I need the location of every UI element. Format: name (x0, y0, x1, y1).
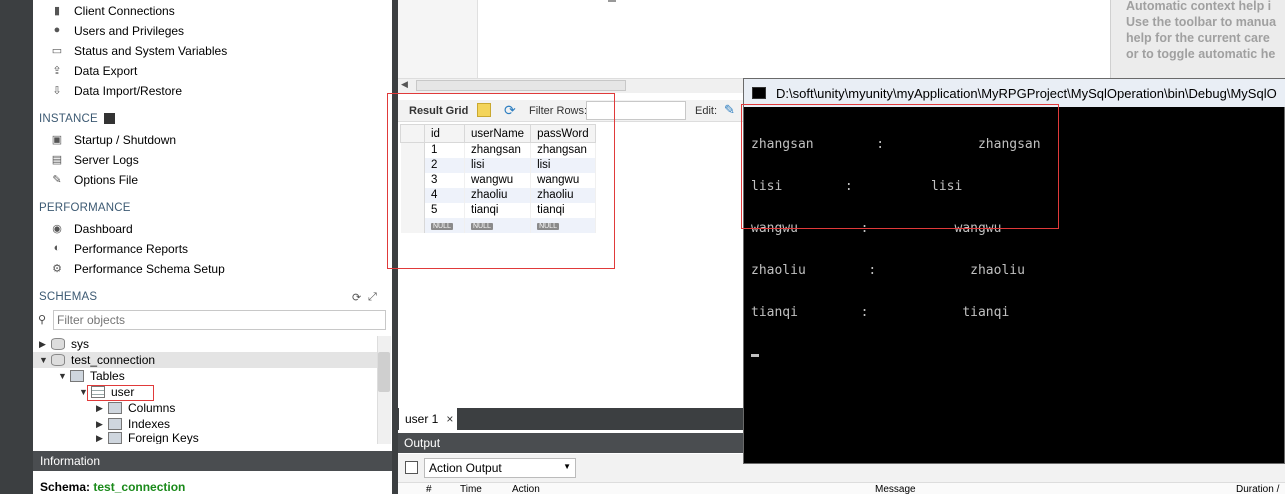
sql-editor[interactable] (398, 0, 1110, 78)
copy-icon[interactable] (405, 461, 418, 474)
server-logs-icon: ▤ (51, 154, 63, 166)
filter-objects-input[interactable] (53, 310, 386, 330)
col-message[interactable]: Message (875, 484, 916, 495)
tab-user-1[interactable]: user 1 × (399, 408, 457, 430)
col-number[interactable]: # (426, 484, 432, 495)
section-schemas: SCHEMAS (39, 291, 98, 303)
highlight-result-grid (387, 93, 615, 269)
console-line: zhaoliu : zhaoliu (751, 263, 1025, 278)
users-icon: ● (53, 24, 61, 36)
nav-server-logs[interactable]: ▤ Server Logs (48, 151, 139, 169)
section-instance: INSTANCE (39, 113, 116, 125)
schema-info: Schema: test_connection (40, 480, 186, 494)
left-strip (0, 0, 33, 494)
chevron-right-icon[interactable]: ▶ (96, 433, 108, 444)
client-connections-icon: ▮ (53, 5, 61, 17)
console-app-icon (752, 87, 766, 99)
tree-test-connection[interactable]: ▼ test_connection (33, 352, 377, 368)
editor-gutter (398, 0, 478, 78)
expand-icon[interactable]: ⤢ (368, 291, 377, 304)
reports-icon: ◐ (53, 242, 61, 254)
nav-status-variables[interactable]: ▭ Status and System Variables (48, 42, 227, 60)
indexes-icon (108, 418, 122, 430)
highlight-user-table (87, 385, 154, 401)
console-line: tianqi : tianqi (751, 305, 1010, 320)
help-line: or to toggle automatic he (1126, 47, 1276, 61)
editor-cursor (608, 0, 616, 2)
wrench-icon: ✎ (52, 174, 62, 186)
edit-pencil-icon[interactable]: ✎ (724, 102, 735, 118)
nav-users-privileges[interactable]: ● Users and Privileges (48, 22, 184, 40)
chevron-right-icon[interactable]: ▶ (96, 403, 108, 414)
export-icon: ⇪ (52, 65, 62, 77)
output-columns: # Time Action Message Duration / (398, 482, 1285, 495)
help-line: Use the toolbar to manua (1126, 15, 1277, 29)
nav-dashboard[interactable]: ◉ Dashboard (48, 220, 133, 238)
tree-indexes[interactable]: ▶ Indexes (96, 416, 170, 432)
console-title-bar[interactable]: D:\soft\unity\myunity\myApplication\MyRP… (744, 79, 1285, 107)
startup-icon: ▣ (51, 134, 63, 146)
col-action[interactable]: Action (512, 484, 540, 495)
refresh-schemas-icon[interactable]: ⟳ (352, 291, 361, 304)
tree-sys[interactable]: ▶ sys (39, 336, 89, 352)
help-line: help for the current care (1126, 31, 1270, 45)
tree-columns[interactable]: ▶ Columns (96, 400, 175, 416)
database-icon (51, 338, 65, 350)
information-header: Information (33, 451, 392, 471)
col-time[interactable]: Time (460, 484, 482, 495)
database-icon (51, 354, 65, 366)
editor-scroll-thumb[interactable] (416, 80, 626, 91)
console-cursor (751, 354, 759, 357)
instance-icon (104, 113, 116, 125)
search-icon: ⚲ (38, 314, 47, 326)
nav-data-import[interactable]: ⇩ Data Import/Restore (48, 82, 182, 100)
nav-performance-schema-setup[interactable]: ⚙ Performance Schema Setup (48, 260, 225, 278)
chevron-down-icon[interactable]: ▼ (58, 371, 70, 381)
close-icon[interactable]: × (446, 412, 453, 426)
schema-setup-icon: ⚙ (52, 263, 62, 275)
import-icon: ⇩ (52, 85, 62, 97)
nav-startup-shutdown[interactable]: ▣ Startup / Shutdown (48, 131, 176, 149)
columns-icon (108, 402, 122, 414)
tree-scrollbar-thumb[interactable] (378, 352, 390, 392)
col-duration[interactable]: Duration / (1236, 484, 1279, 495)
output-type-select[interactable]: Action Output ▼ (424, 458, 576, 478)
chevron-down-icon: ▼ (563, 462, 571, 471)
nav-data-export[interactable]: ⇪ Data Export (48, 62, 137, 80)
tree-tables[interactable]: ▼ Tables (58, 368, 125, 384)
chevron-down-icon[interactable]: ▼ (39, 355, 51, 365)
chevron-right-icon[interactable]: ▶ (96, 419, 108, 430)
context-help-panel: Automatic context help i Use the toolbar… (1110, 0, 1285, 78)
status-icon: ▭ (51, 45, 63, 57)
nav-performance-reports[interactable]: ◐ Performance Reports (48, 240, 188, 258)
tree-foreign-keys[interactable]: ▶ Foreign Keys (96, 432, 199, 444)
tables-folder-icon (70, 370, 84, 382)
nav-client-connections[interactable]: ▮ Client Connections (48, 2, 175, 20)
console-title: D:\soft\unity\myunity\myApplication\MyRP… (776, 85, 1277, 101)
navigator-sidebar: ▮ Client Connections ● Users and Privile… (0, 0, 395, 494)
nav-options-file[interactable]: ✎ Options File (48, 171, 138, 189)
help-line: Automatic context help i (1126, 0, 1272, 13)
scroll-left-icon[interactable]: ◀ (401, 79, 408, 90)
edit-label: Edit: (695, 105, 718, 117)
section-performance: PERFORMANCE (39, 202, 131, 214)
chevron-right-icon[interactable]: ▶ (39, 339, 51, 350)
dashboard-icon: ◉ (52, 223, 62, 235)
foreign-keys-icon (108, 432, 122, 444)
highlight-console-output (741, 104, 1059, 229)
